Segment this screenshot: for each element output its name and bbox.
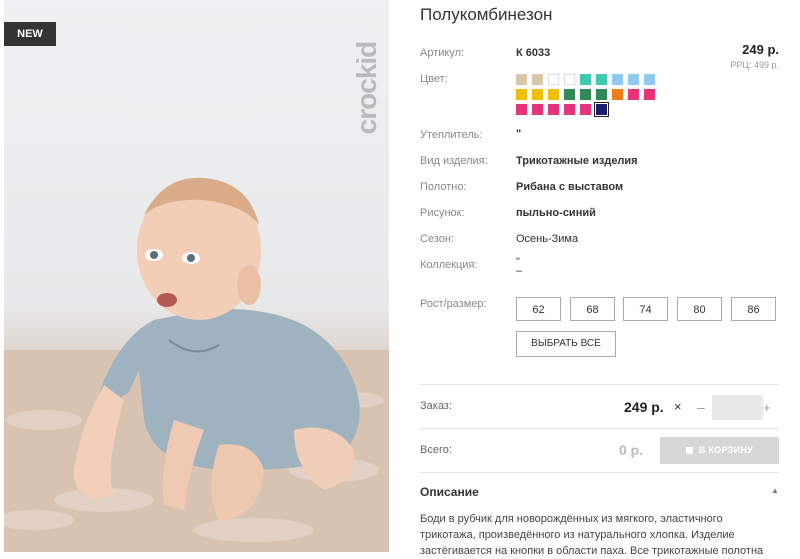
add-to-cart-label: В КОРЗИНУ — [698, 445, 754, 455]
season-value: Осень-Зима — [516, 233, 579, 245]
color-swatch[interactable] — [548, 74, 559, 85]
color-swatch[interactable] — [596, 74, 607, 85]
color-swatch[interactable] — [580, 104, 591, 115]
color-swatch[interactable] — [628, 74, 639, 85]
decrease-quantity-button[interactable]: – — [697, 399, 705, 415]
color-swatch[interactable] — [516, 74, 527, 85]
color-swatch[interactable] — [516, 89, 527, 100]
description-line: Боди в рубчик для новорождённых из мягко… — [420, 513, 723, 525]
select-all-sizes-button[interactable]: ВЫБРАТЬ ВСЕ — [516, 331, 616, 357]
fabric-label: Полотно: — [420, 181, 467, 193]
color-swatch[interactable] — [612, 89, 623, 100]
insulation-label: Утеплитель: — [420, 129, 483, 141]
quantity-input[interactable] — [712, 395, 763, 420]
color-swatch[interactable] — [548, 89, 559, 100]
type-label: Вид изделия: — [420, 155, 488, 167]
color-swatch[interactable] — [532, 89, 543, 100]
baby-photo-illustration — [4, 177, 389, 552]
description-line: трикотажа, произведённого из натуральног… — [420, 529, 735, 541]
article-value: К 6033 — [516, 47, 551, 59]
divider — [420, 428, 779, 429]
color-label: Цвет: — [420, 73, 448, 85]
color-swatch[interactable] — [580, 89, 591, 100]
brand-logo: crockid — [344, 20, 384, 155]
color-swatch[interactable] — [612, 74, 623, 85]
divider — [420, 472, 779, 473]
color-swatch[interactable] — [644, 74, 655, 85]
color-swatch[interactable] — [516, 104, 527, 115]
chevron-up-icon[interactable]: ▲ — [771, 486, 779, 495]
total-label: Всего: — [420, 444, 452, 456]
type-value: Трикотажные изделия — [516, 155, 638, 167]
recommended-retail-price: РРЦ: 499 р. — [730, 60, 779, 70]
color-swatch[interactable] — [580, 74, 591, 85]
color-swatch[interactable] — [628, 89, 639, 100]
product-title: Полукомбинезон — [420, 5, 553, 24]
size-button-80[interactable]: 80 — [677, 297, 722, 321]
color-swatch[interactable] — [564, 89, 575, 100]
pattern-label: Рисунок: — [420, 207, 465, 219]
size-button-86[interactable]: 86 — [731, 297, 776, 321]
product-photo[interactable]: NEW crockid — [4, 0, 389, 552]
size-label: Рост/размер: — [420, 298, 487, 310]
color-swatch[interactable] — [596, 104, 607, 115]
increase-quantity-button[interactable]: + — [763, 400, 771, 415]
add-to-cart-button[interactable]: В КОРЗИНУ — [660, 437, 779, 464]
brand-logo-text: crockid — [351, 41, 382, 135]
description-line: застёгивается на кнопки в области паха. … — [420, 545, 764, 557]
cart-icon — [685, 447, 693, 454]
total-value: 0 р. — [619, 442, 644, 458]
pattern-value: пыльно-синий — [516, 207, 596, 219]
color-swatch[interactable] — [564, 74, 575, 85]
season-label: Сезон: — [420, 233, 454, 245]
color-swatch[interactable] — [644, 89, 655, 100]
new-badge: NEW — [4, 22, 56, 46]
color-swatch[interactable] — [564, 104, 575, 115]
fabric-value: Рибана с выставом — [516, 181, 624, 193]
color-swatch[interactable] — [532, 104, 543, 115]
insulation-value: " — [516, 128, 522, 140]
order-unit-price: 249 р. — [624, 399, 664, 415]
divider — [420, 384, 779, 385]
order-label: Заказ: — [420, 400, 452, 412]
size-button-74[interactable]: 74 — [623, 297, 668, 321]
collection-value-2: – — [516, 265, 523, 277]
collection-label: Коллекция: — [420, 259, 478, 271]
description-title[interactable]: Описание — [420, 485, 479, 499]
size-button-62[interactable]: 62 — [516, 297, 561, 321]
product-price: 249 р. — [742, 42, 779, 57]
color-swatch[interactable] — [548, 104, 559, 115]
article-label: Артикул: — [420, 47, 465, 59]
color-swatch[interactable] — [596, 89, 607, 100]
color-swatch[interactable] — [532, 74, 543, 85]
multiply-icon: × — [674, 399, 682, 414]
size-button-68[interactable]: 68 — [570, 297, 615, 321]
